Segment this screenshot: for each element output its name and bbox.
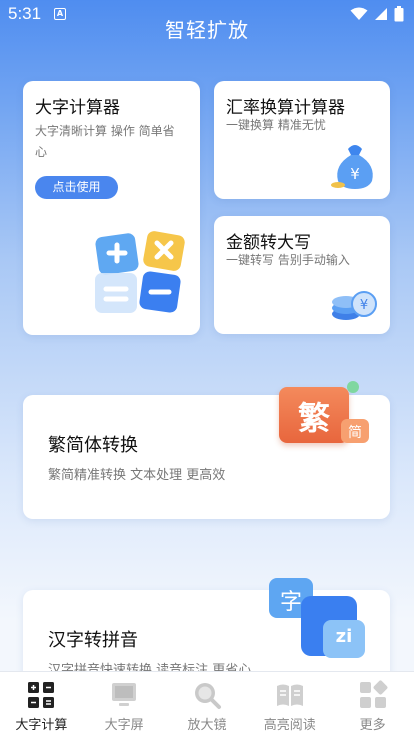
calculator-title: 大字计算器: [35, 98, 120, 118]
traditional-subtitle: 繁简精准转换 文本处理 更高效: [48, 468, 226, 483]
calculator-card[interactable]: 大字计算器 大字清晰计算 操作 简单省心 点击使用: [23, 81, 200, 335]
exchange-subtitle: 一键换算 精准无忧: [226, 118, 326, 132]
coin-stack-icon: ¥: [332, 291, 377, 320]
nav-item-magnifier[interactable]: 放大镜: [166, 672, 248, 736]
pinyin-bubbles-icon: 字 zi: [265, 576, 369, 672]
calculator-keys-icon: [95, 231, 185, 313]
nav-label-big-screen: 大字屏: [104, 718, 144, 733]
use-button[interactable]: 点击使用: [35, 176, 118, 199]
traditional-badge-main: 繁: [297, 399, 330, 437]
magnifier-icon: [194, 683, 221, 709]
bottom-nav: 大字计算 大字屏 放大镜 高亮阅读 更多: [0, 671, 414, 736]
nav-label-calculator: 大字计算: [15, 718, 68, 733]
svg-text:¥: ¥: [350, 165, 360, 183]
traditional-simplified-card[interactable]: 繁简体转换 繁简精准转换 文本处理 更高效 繁 简: [23, 381, 390, 519]
amount-card[interactable]: 金额转大写 一键转写 告别手动输入 ¥: [214, 216, 390, 334]
nav-item-more[interactable]: 更多: [332, 672, 414, 736]
exchange-card[interactable]: 汇率换算计算器 一键换算 精准无忧 ¥: [214, 81, 390, 199]
traditional-title: 繁简体转换: [48, 435, 138, 456]
more-grid-icon: [359, 680, 388, 708]
nav-label-highlight-reading: 高亮阅读: [263, 718, 316, 733]
nav-item-calculator[interactable]: 大字计算: [0, 672, 82, 736]
nav-item-big-screen[interactable]: 大字屏: [83, 672, 165, 736]
monitor-icon: [112, 683, 137, 706]
pinyin-bubble-pinyin: zi: [335, 626, 353, 647]
pinyin-title: 汉字转拼音: [48, 630, 138, 651]
traditional-badge-icon: 繁 简: [279, 381, 373, 453]
nav-item-highlight-reading[interactable]: 高亮阅读: [249, 672, 331, 736]
nav-label-more: 更多: [359, 718, 386, 733]
book-icon: [276, 684, 303, 706]
nav-label-magnifier: 放大镜: [187, 718, 227, 733]
money-bag-icon: ¥: [331, 145, 373, 189]
app-title: 智轻扩放: [165, 18, 249, 42]
calculator-grid-icon: [28, 682, 55, 708]
calculator-subtitle: 大字清晰计算 操作 简单省心: [35, 124, 175, 159]
amount-subtitle: 一键转写 告别手动输入: [226, 253, 350, 267]
svg-text:¥: ¥: [360, 298, 368, 313]
traditional-badge-small: 简: [348, 425, 362, 441]
